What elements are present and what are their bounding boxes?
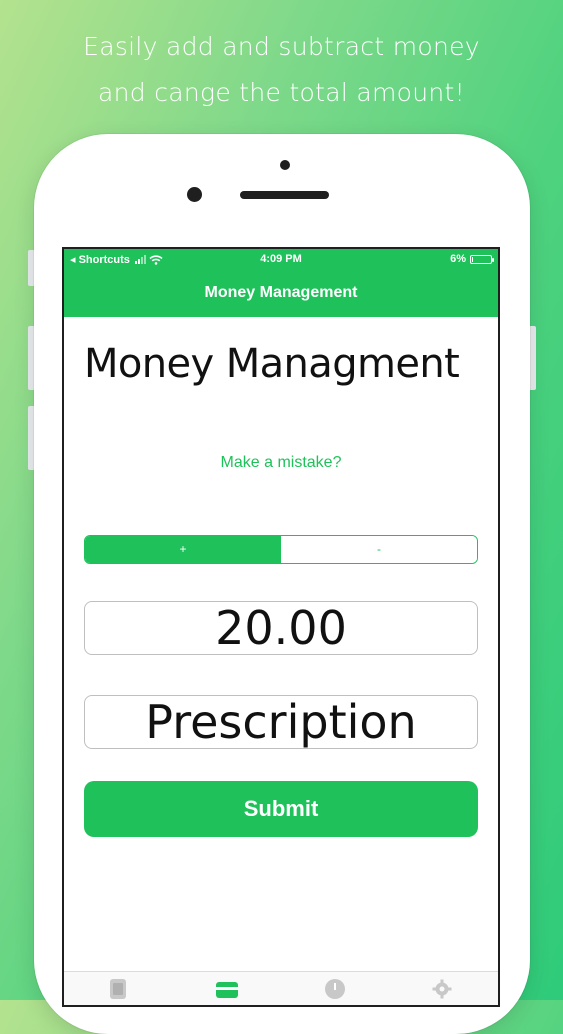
tab-transactions[interactable] bbox=[216, 979, 238, 999]
status-bar: ◂ Shortcuts 4:09 PM 6% bbox=[64, 249, 498, 271]
page-title: Money Managment bbox=[84, 341, 460, 387]
clock-icon bbox=[325, 979, 345, 999]
front-camera bbox=[280, 160, 290, 170]
earpiece-speaker bbox=[240, 191, 329, 199]
battery-icon bbox=[470, 254, 494, 264]
status-time: 4:09 PM bbox=[260, 253, 302, 265]
tab-settings[interactable] bbox=[432, 979, 452, 999]
power-button bbox=[529, 326, 536, 390]
submit-button[interactable]: Submit bbox=[84, 781, 478, 837]
tab-history[interactable] bbox=[325, 979, 345, 999]
promo-line-1: Easily add and subtract money bbox=[83, 32, 480, 61]
battery-percent: 6% bbox=[450, 253, 466, 265]
add-subtract-segmented-control[interactable]: + - bbox=[84, 535, 478, 564]
segment-add[interactable]: + bbox=[85, 536, 281, 563]
gear-icon bbox=[432, 979, 452, 999]
credit-card-icon bbox=[216, 982, 238, 998]
make-a-mistake-link[interactable]: Make a mistake? bbox=[64, 454, 498, 472]
app-screen: ◂ Shortcuts 4:09 PM 6% Money Management … bbox=[62, 247, 500, 1007]
document-icon bbox=[110, 979, 126, 999]
promo-headline: Easily add and subtract money and cange … bbox=[0, 24, 563, 116]
amount-input[interactable]: 20.00 bbox=[84, 601, 478, 655]
tab-bar bbox=[64, 971, 498, 1005]
description-input[interactable]: Prescription bbox=[84, 695, 478, 749]
nav-title: Money Management bbox=[204, 284, 358, 301]
nav-bar: Money Management bbox=[64, 271, 498, 317]
segment-subtract[interactable]: - bbox=[281, 536, 477, 563]
tab-documents[interactable] bbox=[110, 979, 130, 999]
status-right: 6% bbox=[450, 253, 494, 265]
battery-level bbox=[472, 256, 473, 262]
promo-line-2: and cange the total amount! bbox=[98, 78, 465, 107]
proximity-sensor bbox=[187, 187, 202, 202]
